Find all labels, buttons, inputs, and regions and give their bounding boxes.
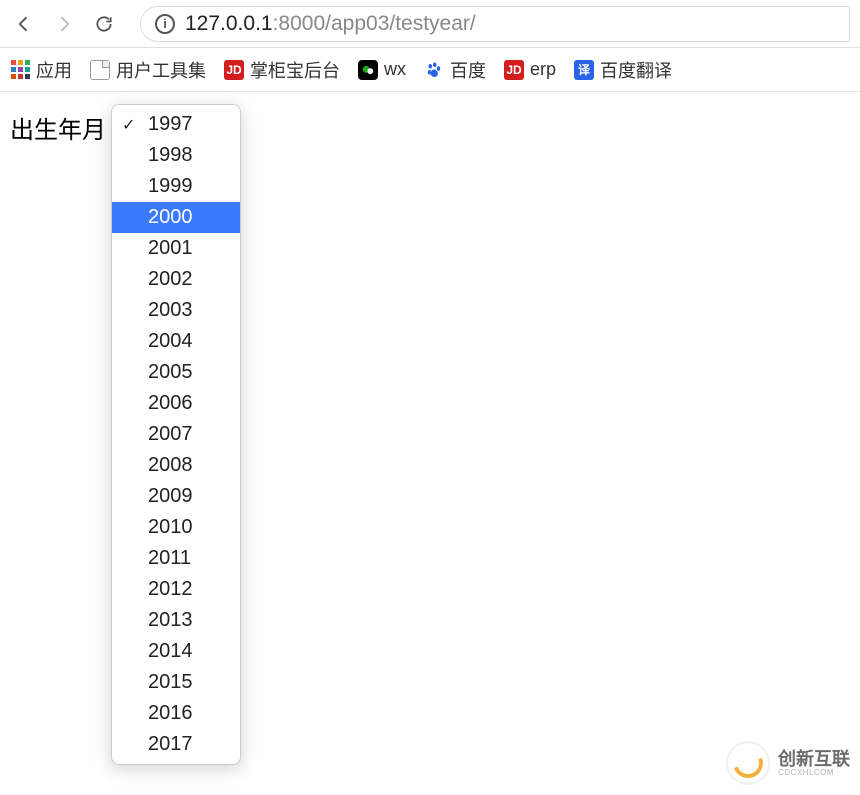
year-option[interactable]: 2006 — [112, 388, 240, 419]
year-option-label: 2006 — [148, 392, 193, 415]
year-option-label: 2004 — [148, 330, 193, 353]
year-option[interactable]: 2003 — [112, 295, 240, 326]
reload-icon — [94, 14, 114, 34]
translate-icon: 译 — [574, 60, 594, 80]
year-option-label: 1998 — [148, 144, 193, 167]
year-dropdown[interactable]: ✓ 1997 1998 1999 2000 2001 2002 2003 2004 2005 200… — [111, 104, 241, 765]
page-content: 出生年月 ✓1997199819992000200120022003200420… — [0, 92, 860, 163]
year-option[interactable]: 1998 — [112, 140, 240, 171]
year-option-label: 1999 — [148, 175, 193, 198]
year-option[interactable]: 2001 — [112, 233, 240, 264]
year-option-label: 2013 — [148, 609, 193, 632]
bookmark-baidu-translate[interactable]: 译 百度翻译 — [574, 57, 672, 83]
year-option[interactable]: 2002 — [112, 264, 240, 295]
url-text: 127.0.0.1:8000/app03/testyear/ — [185, 12, 476, 36]
birth-year-label: 出生年月 — [10, 117, 106, 144]
year-option[interactable]: 2011 — [112, 543, 240, 574]
year-option[interactable]: 2005 — [112, 357, 240, 388]
year-option-label: 2005 — [148, 361, 193, 384]
year-option-label: 2001 — [148, 237, 193, 260]
bookmark-erp[interactable]: JD erp — [504, 59, 556, 80]
arrow-right-icon — [54, 14, 74, 34]
year-option[interactable]: ✓ 1997 — [112, 109, 240, 140]
baidu-icon — [424, 60, 444, 80]
year-option[interactable]: 2013 — [112, 605, 240, 636]
page-icon — [90, 60, 110, 80]
year-option-label: 2007 — [148, 423, 193, 446]
year-option-label: 2008 — [148, 454, 193, 477]
bookmark-apps[interactable]: 应用 — [10, 57, 72, 83]
bookmark-shopkeeper[interactable]: JD 掌柜宝后台 — [224, 57, 340, 83]
year-option-label: 2014 — [148, 640, 193, 663]
url-path: :8000/app03/testyear/ — [273, 12, 476, 35]
year-option[interactable]: 2000 — [112, 202, 240, 233]
year-option-label: 2010 — [148, 516, 193, 539]
bookmark-label: 百度翻译 — [600, 57, 672, 83]
arrow-left-icon — [14, 14, 34, 34]
back-button[interactable] — [10, 10, 38, 38]
watermark-logo-icon — [726, 741, 770, 785]
watermark-brand: 创新互联 — [778, 750, 850, 768]
watermark-sub: CDCXHLCOM — [778, 768, 850, 777]
year-option[interactable]: 2016 — [112, 698, 240, 729]
browser-toolbar: i 127.0.0.1:8000/app03/testyear/ — [0, 0, 860, 48]
jd-icon: JD — [224, 60, 244, 80]
bookmark-label: 百度 — [450, 57, 486, 83]
apps-grid-icon — [10, 60, 30, 80]
year-option[interactable]: 2008 — [112, 450, 240, 481]
bookmark-label: 掌柜宝后台 — [250, 57, 340, 83]
year-option[interactable]: 2012 — [112, 574, 240, 605]
bookmark-baidu[interactable]: 百度 — [424, 57, 486, 83]
year-option-label: 2002 — [148, 268, 193, 291]
year-option-label: 2015 — [148, 671, 193, 694]
bookmark-label: 用户工具集 — [116, 57, 206, 83]
year-option[interactable]: 1999 — [112, 171, 240, 202]
year-option-label: 2016 — [148, 702, 193, 725]
year-option[interactable]: 2017 — [112, 729, 240, 760]
address-bar[interactable]: i 127.0.0.1:8000/app03/testyear/ — [140, 6, 850, 42]
year-option-label: 2017 — [148, 733, 193, 756]
year-option[interactable]: 2007 — [112, 419, 240, 450]
year-option[interactable]: 2015 — [112, 667, 240, 698]
year-option-label: 1997 — [148, 113, 193, 136]
year-option-label: 2009 — [148, 485, 193, 508]
wechat-icon — [358, 60, 378, 80]
bookmark-user-tools[interactable]: 用户工具集 — [90, 57, 206, 83]
year-option-label: 2011 — [148, 547, 191, 570]
year-option[interactable]: 2009 — [112, 481, 240, 512]
year-option-label: 2003 — [148, 299, 193, 322]
reload-button[interactable] — [90, 10, 118, 38]
year-option[interactable]: 2004 — [112, 326, 240, 357]
forward-button[interactable] — [50, 10, 78, 38]
bookmark-label: 应用 — [36, 57, 72, 83]
bookmark-label: wx — [384, 59, 406, 80]
year-option-label: 2012 — [148, 578, 193, 601]
jd-icon: JD — [504, 60, 524, 80]
year-option-label: 2000 — [148, 206, 193, 229]
checkmark-icon: ✓ — [122, 115, 135, 135]
watermark: 创新互联 CDCXHLCOM — [726, 741, 850, 785]
year-option[interactable]: 2010 — [112, 512, 240, 543]
site-info-icon[interactable]: i — [155, 14, 175, 34]
bookmark-label: erp — [530, 59, 556, 80]
url-host: 127.0.0.1 — [185, 12, 273, 35]
year-option[interactable]: 2014 — [112, 636, 240, 667]
bookmarks-bar: 应用 用户工具集 JD 掌柜宝后台 wx 百度 JD erp 译 百度翻译 — [0, 48, 860, 92]
bookmark-wx[interactable]: wx — [358, 59, 406, 80]
